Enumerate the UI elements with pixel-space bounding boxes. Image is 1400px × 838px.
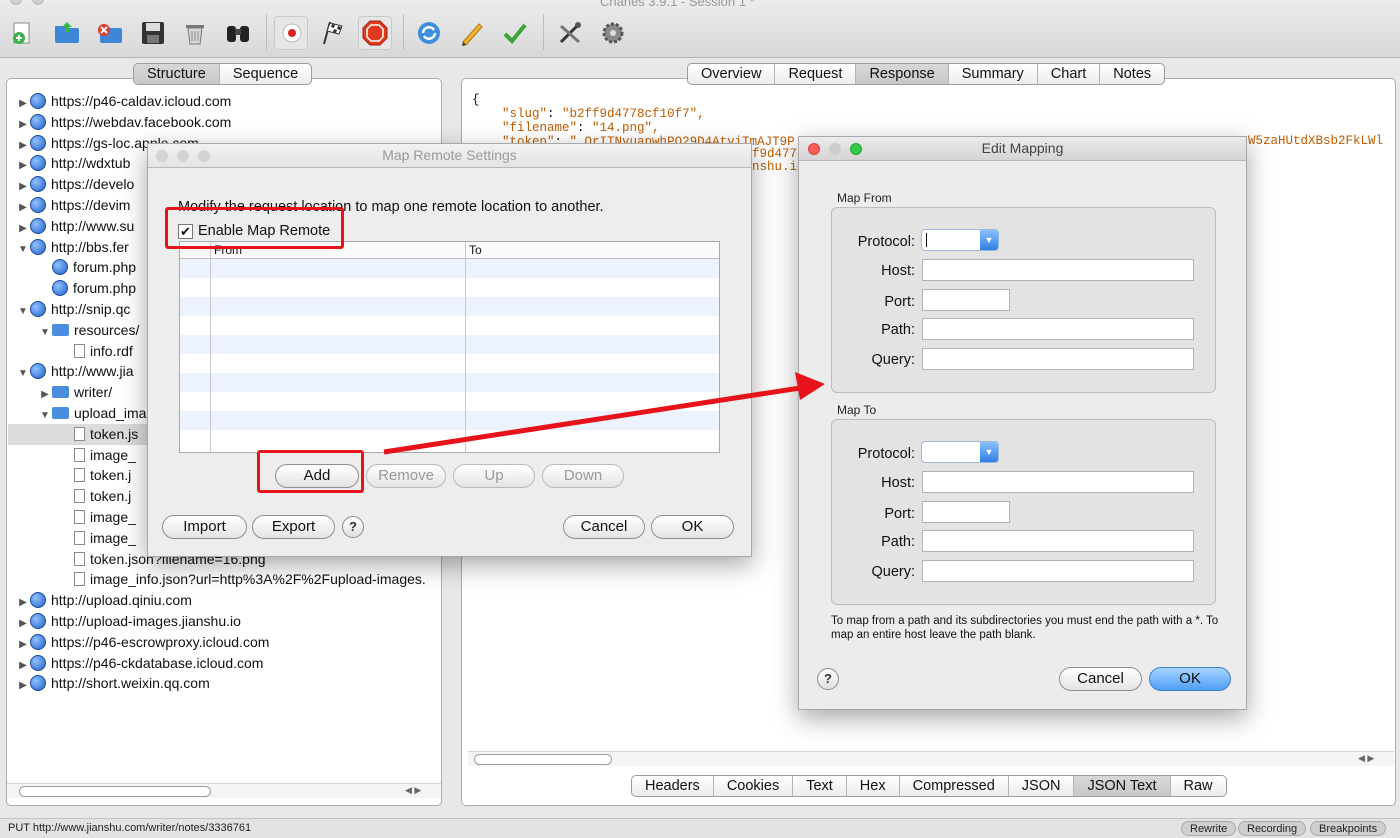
arrow-head <box>795 372 825 400</box>
annotation-arrow <box>383 372 825 455</box>
arrow-line <box>383 385 801 455</box>
